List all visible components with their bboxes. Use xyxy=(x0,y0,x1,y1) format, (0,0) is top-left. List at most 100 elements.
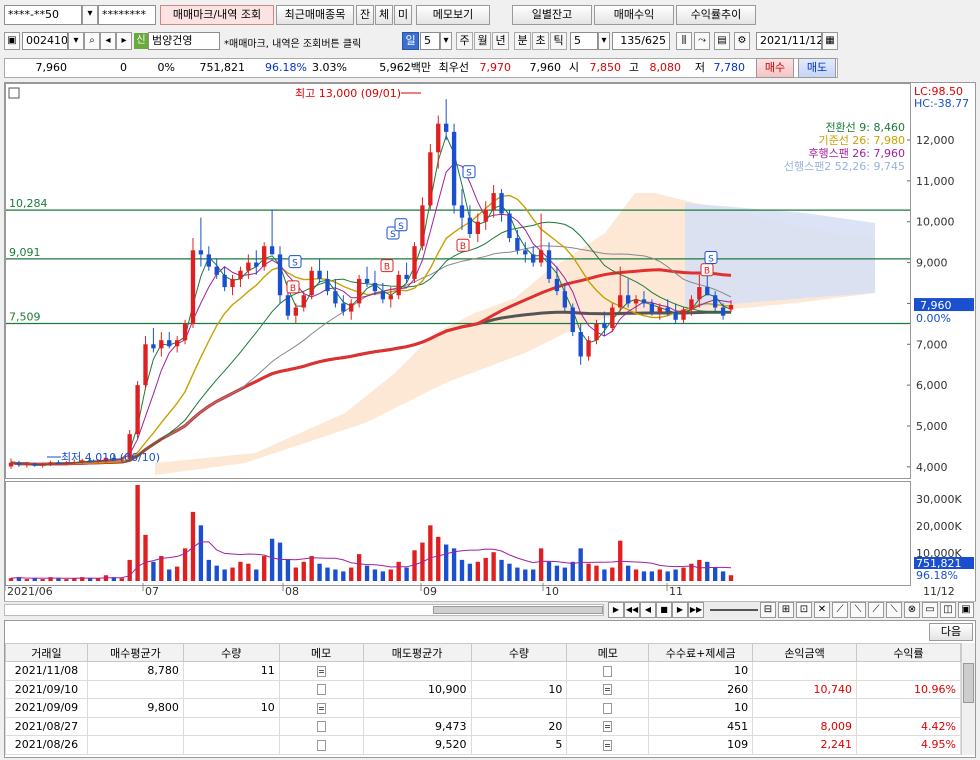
memo-icon[interactable] xyxy=(603,721,613,733)
return-trend-button[interactable]: 수익률추이 xyxy=(676,5,756,25)
indicator-icon[interactable]: ⤳ xyxy=(694,32,710,50)
col-fee[interactable]: 수수료+제세금 xyxy=(648,643,754,662)
next-page-button[interactable]: 다음 xyxy=(929,623,973,641)
search-icon[interactable]: ⌕ xyxy=(84,32,100,50)
row-sell-memo[interactable] xyxy=(566,679,650,699)
chart-option-icon[interactable]: ▣ xyxy=(958,602,974,618)
col-date[interactable]: 거래일 xyxy=(5,643,88,662)
row-buy-memo[interactable] xyxy=(278,698,364,718)
trendline-icon[interactable]: ⟋ xyxy=(832,602,848,618)
filled-button[interactable]: 체 xyxy=(375,5,393,25)
period-week[interactable]: 주 xyxy=(456,32,473,50)
erase-icon[interactable]: ⊗ xyxy=(904,602,920,618)
code-dropdown-icon[interactable]: ▾ xyxy=(68,32,84,50)
account-dropdown-icon[interactable]: ▾ xyxy=(82,5,98,25)
scroll-track[interactable] xyxy=(4,604,604,616)
calendar-icon[interactable]: ▦ xyxy=(822,32,838,50)
col-return[interactable]: 수익률 xyxy=(856,643,961,662)
col-buy-memo[interactable]: 메모 xyxy=(278,643,364,662)
save-icon[interactable]: ▤ xyxy=(714,32,730,50)
period-month[interactable]: 월 xyxy=(474,32,491,50)
tick-num-dropdown-icon[interactable]: ▾ xyxy=(598,32,610,50)
col-buy-avg[interactable]: 매수평균가 xyxy=(86,643,184,662)
period-year[interactable]: 년 xyxy=(492,32,509,50)
row-buy-memo[interactable] xyxy=(278,716,364,736)
nav-prev-icon[interactable]: ◀ xyxy=(640,602,656,618)
memo-icon[interactable] xyxy=(603,702,613,714)
draw-tool-icon[interactable]: ⊡ xyxy=(796,602,812,618)
period-day[interactable]: 일 xyxy=(402,32,419,50)
sell-button[interactable]: 매도 xyxy=(798,58,836,78)
next-stock-icon[interactable]: ▸ xyxy=(116,32,132,50)
date-field[interactable]: 2021/11/12 xyxy=(756,32,822,50)
memo-icon[interactable] xyxy=(603,684,613,696)
shape-icon[interactable]: ▭ xyxy=(922,602,938,618)
nav-first-icon[interactable]: ◀◀ xyxy=(624,602,640,618)
settings-gear-icon[interactable]: ⚙ xyxy=(734,32,750,50)
period-tick[interactable]: 틱 xyxy=(550,32,567,50)
row-sell-memo[interactable] xyxy=(566,698,650,718)
trade-profit-button[interactable]: 매매수익 xyxy=(594,5,674,25)
chart-panel[interactable]: 12,00011,00010,0009,0008,0007,0006,0005,… xyxy=(4,82,976,618)
table-row[interactable]: 2021/08/26 9,520 5 109 2,241 4.95% xyxy=(5,735,961,755)
candle-type-icon[interactable]: ⫼ xyxy=(676,32,692,50)
tick-num-field[interactable]: 5 xyxy=(570,32,598,50)
row-buy-memo[interactable] xyxy=(278,661,364,681)
nav-last-icon[interactable]: ▶▶ xyxy=(688,602,704,618)
nav-scroll-icon[interactable]: ▶ xyxy=(608,602,624,618)
chart-config-icon[interactable]: ▣ xyxy=(4,32,20,50)
hline-icon[interactable]: ⟍ xyxy=(850,602,866,618)
unfilled-button[interactable]: 미 xyxy=(394,5,412,25)
stock-code-field[interactable]: 002410 xyxy=(22,32,68,50)
volume-bar xyxy=(24,579,29,581)
memo-icon[interactable] xyxy=(603,739,613,751)
chart-scroll-bar[interactable]: ▶ ◀◀ ◀ ■ ▶ ▶▶ ⊟ ⊞ ⊡ ✕ ⟋ ⟍ ⟋ ⟍ ⊗ ▭ ◫ ▣ xyxy=(4,601,976,618)
table-row[interactable]: 2021/08/27 9,473 20 451 8,009 4.42% xyxy=(5,716,961,736)
col-sell-qty[interactable]: 수량 xyxy=(470,643,568,662)
memo-icon[interactable] xyxy=(316,665,326,677)
row-buy-memo[interactable] xyxy=(278,679,364,699)
period-minute[interactable]: 분 xyxy=(514,32,531,50)
password-field[interactable]: ******** xyxy=(98,5,156,25)
row-sell-memo[interactable] xyxy=(566,661,650,681)
period-num-field[interactable]: 5 xyxy=(420,32,440,50)
table-row[interactable]: 2021/09/09 9,800 10 10 xyxy=(5,698,961,718)
recent-trade-button[interactable]: 최근매매종목 xyxy=(276,5,354,25)
nav-next-icon[interactable]: ▶ xyxy=(672,602,688,618)
col-sell-memo[interactable]: 메모 xyxy=(566,643,650,662)
period-num-dropdown-icon[interactable]: ▾ xyxy=(440,32,452,50)
zoom-out-icon[interactable]: ⊟ xyxy=(760,602,776,618)
row-buy-memo[interactable] xyxy=(278,735,364,755)
candlestick-chart[interactable]: 12,00011,00010,0009,0008,0007,0006,0005,… xyxy=(5,83,975,601)
color-icon[interactable]: ◫ xyxy=(940,602,956,618)
grid-vscroll-thumb[interactable] xyxy=(963,663,974,703)
account-field[interactable]: ****-**50 xyxy=(4,5,82,25)
row-sell-memo[interactable] xyxy=(566,735,650,755)
fib-icon[interactable]: ⟋ xyxy=(868,602,884,618)
memo-icon[interactable] xyxy=(316,702,326,714)
memo-icon[interactable] xyxy=(316,721,326,733)
grid-vscroll[interactable] xyxy=(961,643,975,755)
nav-stop-icon[interactable]: ■ xyxy=(656,602,672,618)
daily-balance-button[interactable]: 일별잔고 xyxy=(512,5,592,25)
row-sell-memo[interactable] xyxy=(566,716,650,736)
col-buy-qty[interactable]: 수량 xyxy=(182,643,280,662)
period-second[interactable]: 초 xyxy=(532,32,549,50)
balance-button[interactable]: 잔 xyxy=(356,5,374,25)
zoom-slider[interactable] xyxy=(710,609,758,611)
crosshair-icon[interactable]: ✕ xyxy=(814,602,830,618)
memo-view-button[interactable]: 메모보기 xyxy=(416,5,490,25)
table-row[interactable]: 2021/09/10 10,900 10 260 10,740 10.96% xyxy=(5,679,961,699)
col-pnl[interactable]: 손익금액 xyxy=(752,643,857,662)
zoom-in-icon[interactable]: ⊞ xyxy=(778,602,794,618)
trade-mark-query-button[interactable]: 매매마크/내역 조회 xyxy=(160,5,274,25)
table-row[interactable]: 2021/11/08 8,780 11 10 xyxy=(5,661,961,681)
col-sell-avg[interactable]: 매도평균가 xyxy=(362,643,472,662)
memo-icon[interactable] xyxy=(603,665,613,677)
prev-stock-icon[interactable]: ◂ xyxy=(100,32,116,50)
buy-button[interactable]: 매수 xyxy=(756,58,794,78)
memo-icon[interactable] xyxy=(316,739,326,751)
memo-icon[interactable] xyxy=(316,684,326,696)
scroll-thumb[interactable] xyxy=(433,606,603,614)
text-tool-icon[interactable]: ⟍ xyxy=(886,602,902,618)
